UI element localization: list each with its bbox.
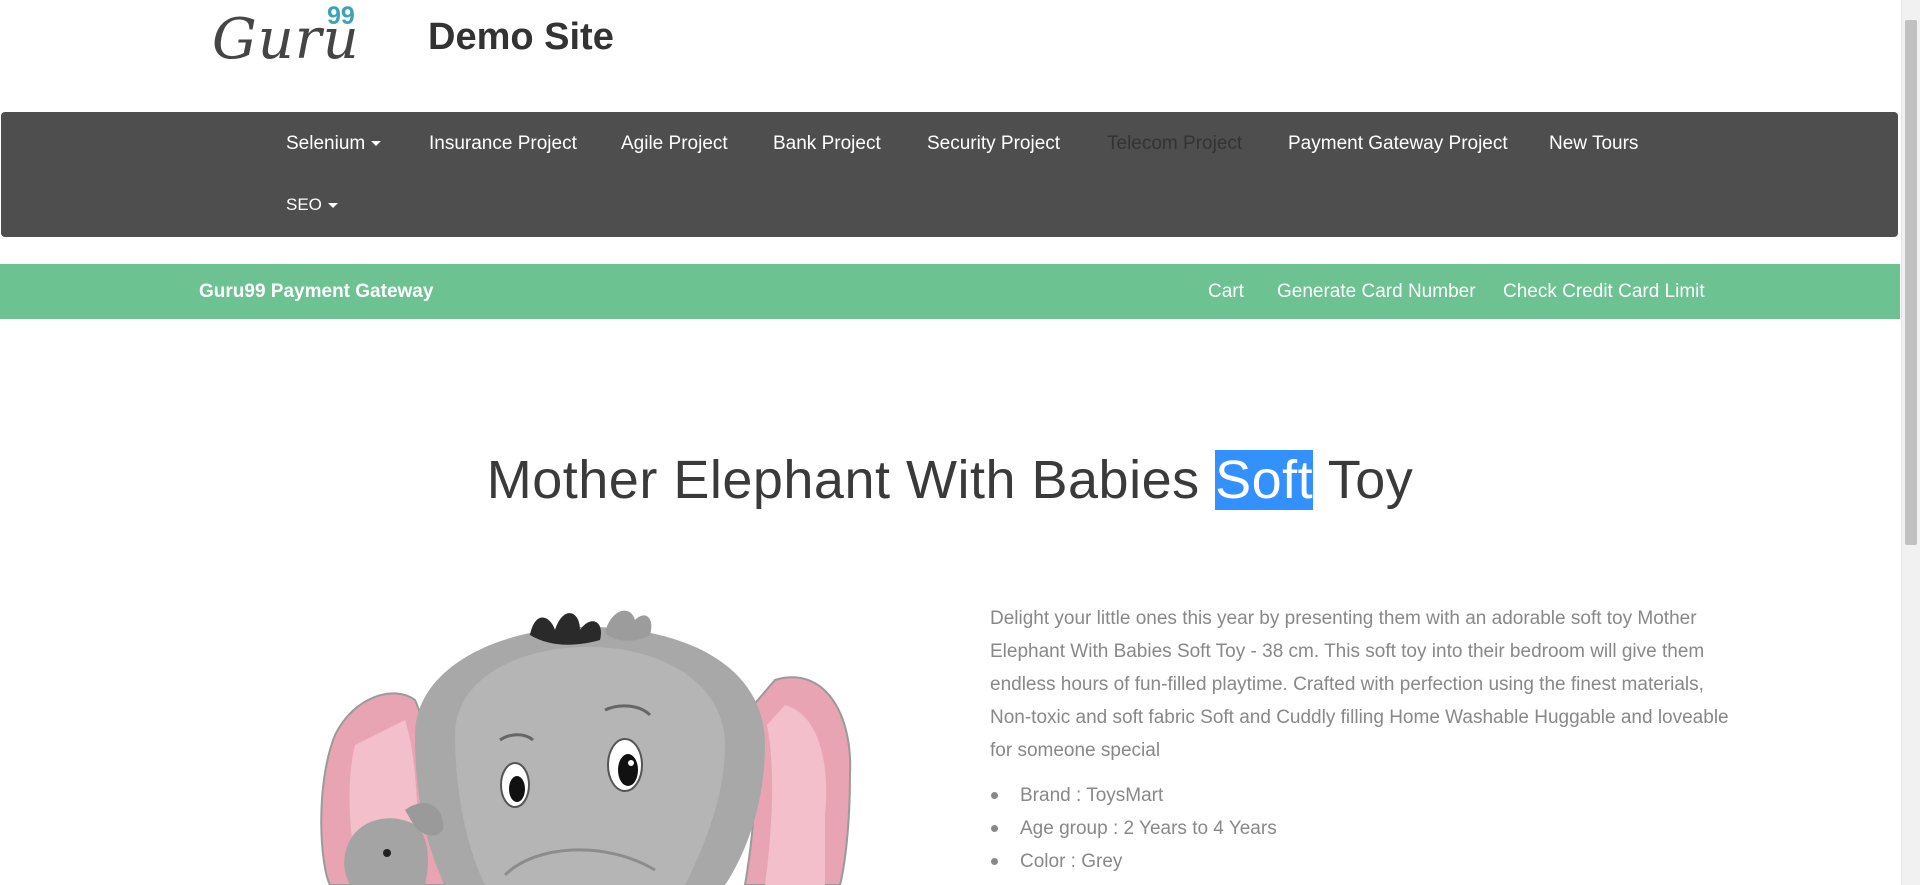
scrollbar-thumb[interactable] (1905, 20, 1917, 545)
navbar-brand[interactable]: Guru99 Payment Gateway (199, 281, 433, 303)
main-navigation: Selenium Insurance Project Agile Project… (1, 112, 1898, 237)
caret-down-icon (371, 141, 382, 147)
caret-down-icon (327, 203, 338, 209)
check-credit-card-limit-link[interactable]: Check Credit Card Limit (1503, 281, 1705, 303)
product-description: Delight your little ones this year by pr… (990, 608, 1729, 761)
selected-text: Soft (1215, 450, 1314, 510)
spec-color: Color : Grey (990, 845, 1277, 878)
nav-item-security-project[interactable]: Security Project (927, 133, 1060, 155)
nav-item-telecom-project[interactable]: Telecom Project (1107, 133, 1242, 155)
logo-superscript: 99 (327, 2, 355, 30)
spec-brand: Brand : ToysMart (990, 779, 1277, 812)
nav-item-insurance-project[interactable]: Insurance Project (429, 133, 577, 155)
title-text-before: Mother Elephant With Babies (486, 450, 1216, 510)
page-scrollbar[interactable] (1901, 0, 1920, 885)
product-title: Mother Elephant With Babies Soft Toy (0, 438, 1900, 522)
nav-item-new-tours[interactable]: New Tours (1549, 133, 1638, 155)
cart-link[interactable]: Cart (1208, 281, 1244, 303)
spec-age-group: Age group : 2 Years to 4 Years (990, 812, 1277, 845)
nav-item-payment-gateway-project[interactable]: Payment Gateway Project (1288, 133, 1508, 155)
nav-item-selenium[interactable]: Selenium (286, 133, 382, 155)
nav-item-agile-project[interactable]: Agile Project (621, 133, 728, 155)
nav-item-label: Selenium (286, 133, 366, 154)
title-text-after: Toy (1313, 450, 1414, 510)
site-title: Demo Site (428, 16, 614, 58)
nav-item-bank-project[interactable]: Bank Project (773, 133, 881, 155)
product-specs: Brand : ToysMart Age group : 2 Years to … (990, 779, 1277, 878)
nav-item-label: SEO (286, 195, 322, 214)
generate-card-number-link[interactable]: Generate Card Number (1277, 281, 1476, 303)
payment-gateway-navbar: Guru99 Payment Gateway Cart Generate Car… (0, 264, 1900, 319)
site-header: Guru 99 Demo Site (0, 0, 1900, 112)
product-image (320, 610, 852, 885)
nav-item-seo[interactable]: SEO (286, 195, 338, 215)
